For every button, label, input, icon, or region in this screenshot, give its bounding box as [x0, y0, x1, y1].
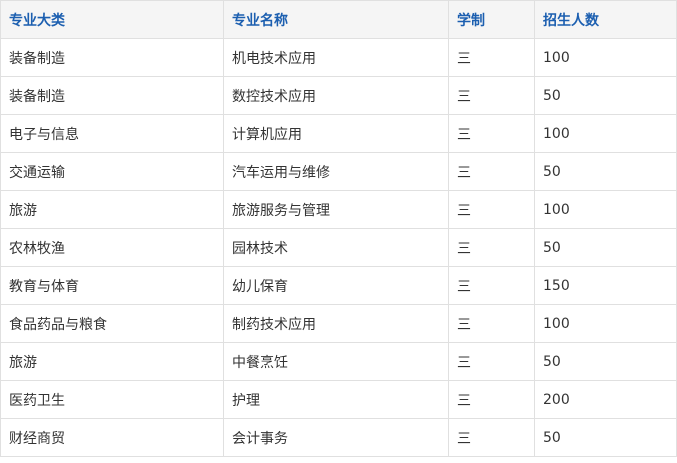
- cell-enrollment: 50: [534, 152, 677, 191]
- cell-category: 电子与信息: [0, 114, 224, 153]
- table-row: 旅游 中餐烹饪 三 50: [0, 342, 677, 381]
- cell-category: 交通运输: [0, 152, 224, 191]
- cell-major-name: 园林技术: [223, 228, 449, 267]
- cell-major-name: 机电技术应用: [223, 38, 449, 77]
- cell-duration: 三: [448, 418, 535, 457]
- cell-enrollment: 50: [534, 76, 677, 115]
- table-header: 专业大类 专业名称 学制 招生人数: [0, 0, 677, 39]
- cell-duration: 三: [448, 114, 535, 153]
- table-row: 电子与信息 计算机应用 三 100: [0, 114, 677, 153]
- cell-category: 装备制造: [0, 38, 224, 77]
- cell-enrollment: 150: [534, 266, 677, 305]
- cell-duration: 三: [448, 38, 535, 77]
- cell-enrollment: 50: [534, 418, 677, 457]
- cell-duration: 三: [448, 228, 535, 267]
- cell-category: 装备制造: [0, 76, 224, 115]
- cell-duration: 三: [448, 342, 535, 381]
- cell-major-name: 旅游服务与管理: [223, 190, 449, 229]
- cell-major-name: 会计事务: [223, 418, 449, 457]
- cell-duration: 三: [448, 304, 535, 343]
- cell-major-name: 制药技术应用: [223, 304, 449, 343]
- cell-category: 医药卫生: [0, 380, 224, 419]
- cell-major-name: 中餐烹饪: [223, 342, 449, 381]
- table-row: 食品药品与粮食 制药技术应用 三 100: [0, 304, 677, 343]
- table-row: 农林牧渔 园林技术 三 50: [0, 228, 677, 267]
- enrollment-table: 专业大类 专业名称 学制 招生人数 装备制造 机电技术应用 三 100 装备制造…: [0, 0, 677, 457]
- cell-category: 农林牧渔: [0, 228, 224, 267]
- cell-enrollment: 100: [534, 190, 677, 229]
- cell-major-name: 汽车运用与维修: [223, 152, 449, 191]
- cell-category: 教育与体育: [0, 266, 224, 305]
- cell-category: 财经商贸: [0, 418, 224, 457]
- header-category: 专业大类: [0, 0, 224, 39]
- cell-major-name: 计算机应用: [223, 114, 449, 153]
- header-row: 专业大类 专业名称 学制 招生人数: [0, 0, 677, 39]
- cell-duration: 三: [448, 152, 535, 191]
- cell-enrollment: 100: [534, 114, 677, 153]
- table-row: 装备制造 数控技术应用 三 50: [0, 76, 677, 115]
- cell-category: 旅游: [0, 190, 224, 229]
- cell-major-name: 数控技术应用: [223, 76, 449, 115]
- table-row: 医药卫生 护理 三 200: [0, 380, 677, 419]
- cell-enrollment: 50: [534, 342, 677, 381]
- table-row: 教育与体育 幼儿保育 三 150: [0, 266, 677, 305]
- cell-enrollment: 100: [534, 304, 677, 343]
- table-row: 财经商贸 会计事务 三 50: [0, 418, 677, 457]
- header-duration: 学制: [448, 0, 535, 39]
- cell-duration: 三: [448, 76, 535, 115]
- table-row: 旅游 旅游服务与管理 三 100: [0, 190, 677, 229]
- cell-duration: 三: [448, 380, 535, 419]
- cell-category: 食品药品与粮食: [0, 304, 224, 343]
- cell-major-name: 幼儿保育: [223, 266, 449, 305]
- header-major-name: 专业名称: [223, 0, 449, 39]
- table-body: 装备制造 机电技术应用 三 100 装备制造 数控技术应用 三 50 电子与信息…: [0, 38, 677, 457]
- cell-duration: 三: [448, 266, 535, 305]
- cell-major-name: 护理: [223, 380, 449, 419]
- cell-category: 旅游: [0, 342, 224, 381]
- table-row: 装备制造 机电技术应用 三 100: [0, 38, 677, 77]
- cell-enrollment: 100: [534, 38, 677, 77]
- table-row: 交通运输 汽车运用与维修 三 50: [0, 152, 677, 191]
- header-enrollment: 招生人数: [534, 0, 677, 39]
- cell-duration: 三: [448, 190, 535, 229]
- cell-enrollment: 50: [534, 228, 677, 267]
- cell-enrollment: 200: [534, 380, 677, 419]
